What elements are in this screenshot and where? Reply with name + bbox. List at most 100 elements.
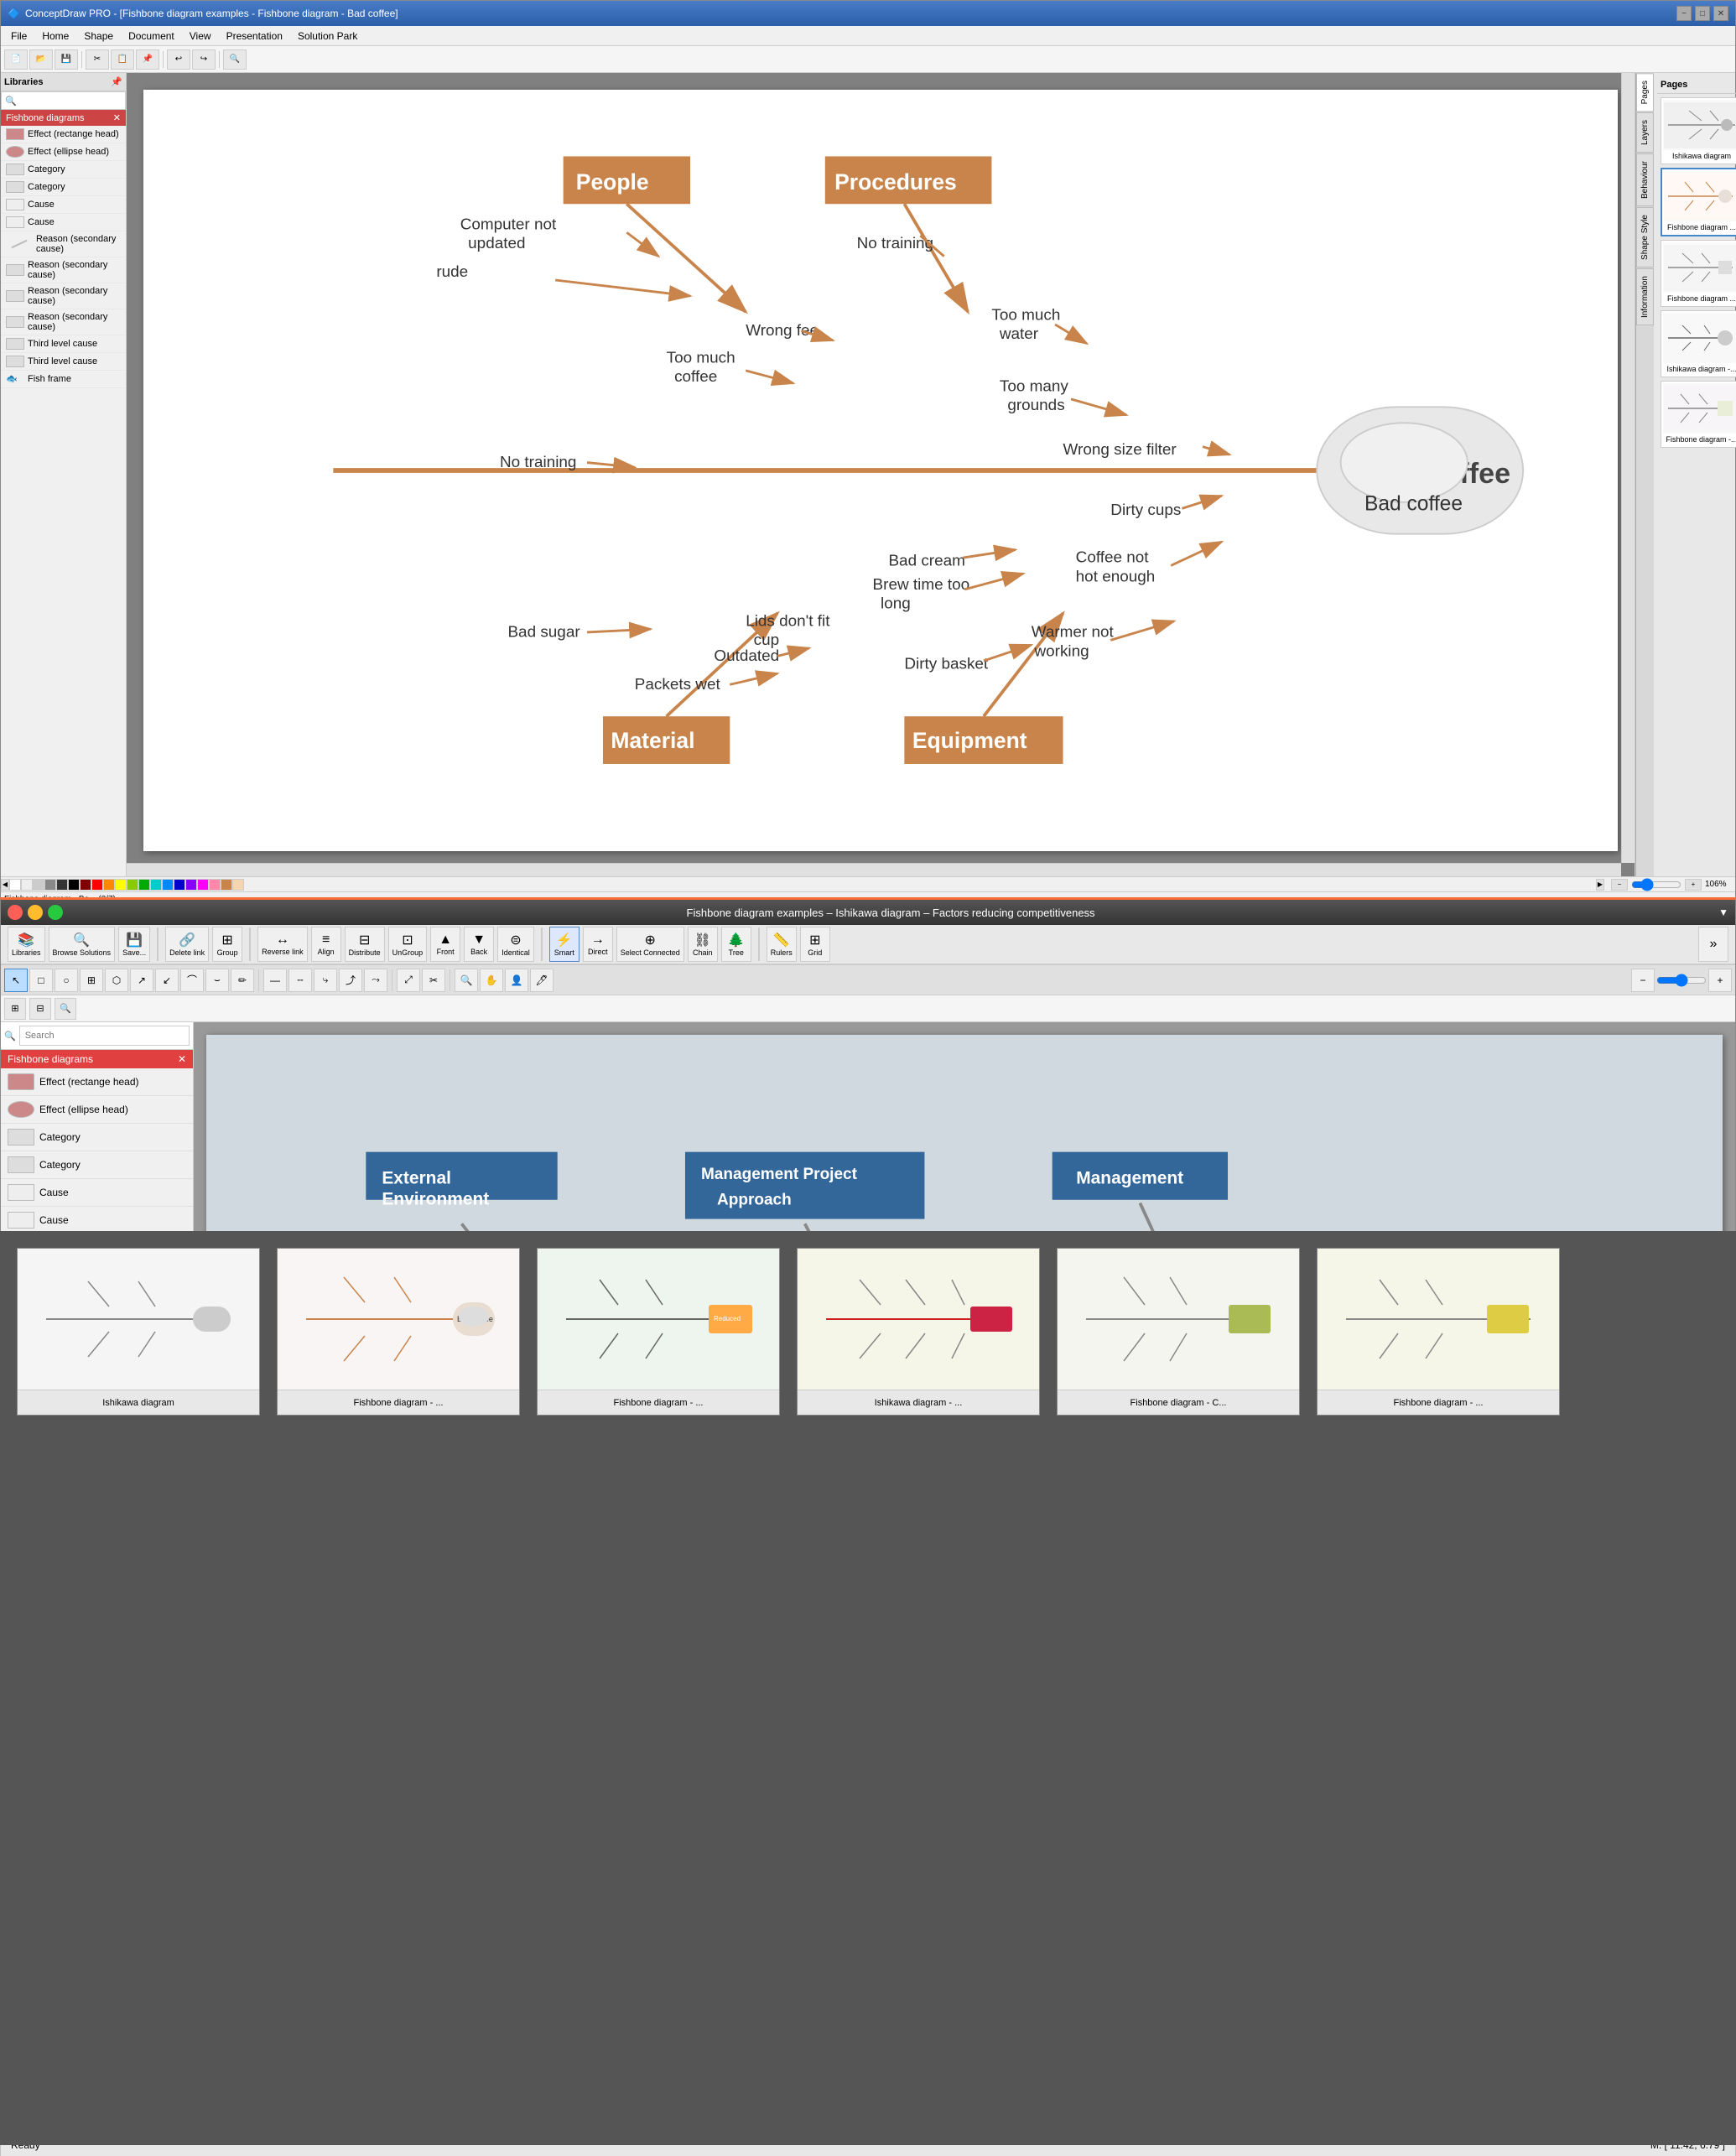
color-black[interactable] [68, 879, 80, 891]
color-charcoal[interactable] [56, 879, 68, 891]
tool-connector4[interactable]: ⤴ [339, 969, 362, 992]
lib-item-12[interactable]: 🐟 Fish frame [1, 371, 126, 388]
color-red[interactable] [91, 879, 103, 891]
tb-new[interactable]: 📄 [4, 49, 28, 70]
lib-item-3[interactable]: Category [1, 179, 126, 196]
bl-item-1[interactable]: Effect (ellipse head) [1, 1096, 193, 1124]
lib-item-10[interactable]: Third level cause [1, 335, 126, 353]
color-teal[interactable] [150, 879, 162, 891]
btn-select-connected[interactable]: ⊕ Select Connected [616, 927, 684, 962]
tb-zoom-in[interactable]: 🔍 [223, 49, 247, 70]
page-thumb-1[interactable]: Fishbone diagram ... [1661, 168, 1736, 236]
thumb-card-2[interactable]: Reduced Fishbone diagram - ... [537, 1248, 780, 1416]
btn-smart[interactable]: ⚡ Smart [549, 927, 580, 962]
btn-chain[interactable]: ⛓ Chain [688, 927, 718, 962]
thumb-card-5[interactable]: Fishbone diagram - ... [1317, 1248, 1560, 1416]
thumb-card-3[interactable]: Ishikawa diagram - ... [797, 1248, 1040, 1416]
color-maroon[interactable] [80, 879, 91, 891]
libraries-pin[interactable]: 📌 [111, 76, 122, 87]
btn-front[interactable]: ▲ Front [430, 927, 460, 962]
zoom-slider-tools[interactable] [1656, 974, 1707, 987]
bl-item-0[interactable]: Effect (rectange head) [1, 1068, 193, 1096]
tool-polygon[interactable]: ⬡ [105, 969, 128, 992]
tool-freehand[interactable]: ✏ [231, 969, 254, 992]
menu-document[interactable]: Document [122, 29, 181, 44]
tool-resize[interactable]: ⤢ [397, 969, 420, 992]
search-icon-btn[interactable]: 🔍 [55, 998, 76, 1020]
page-thumb-0[interactable]: Ishikawa diagram [1661, 97, 1736, 164]
menu-shape[interactable]: Shape [77, 29, 120, 44]
close-button[interactable]: ✕ [1713, 6, 1728, 21]
bl-item-4[interactable]: Cause [1, 1179, 193, 1207]
tb-open[interactable]: 📂 [29, 49, 53, 70]
color-tan[interactable] [232, 879, 244, 891]
tb-cut[interactable]: ✂ [86, 49, 109, 70]
tool-connector3[interactable]: ⤷ [314, 969, 337, 992]
page-thumb-3[interactable]: Ishikawa diagram -... [1661, 310, 1736, 377]
traffic-light-green[interactable] [48, 905, 63, 920]
maximize-button[interactable]: □ [1695, 6, 1710, 21]
btn-ungroup[interactable]: ⊡ UnGroup [388, 927, 428, 962]
btn-grid[interactable]: ⊞ Grid [800, 927, 830, 962]
color-green[interactable] [138, 879, 150, 891]
menu-view[interactable]: View [183, 29, 218, 44]
tb-redo[interactable]: ↪ [192, 49, 216, 70]
tool-arrow2[interactable]: ↙ [155, 969, 179, 992]
lib-item-2[interactable]: Category [1, 161, 126, 179]
btn-browse-solutions[interactable]: 🔍 Browse Solutions [49, 927, 116, 962]
color-purple[interactable] [185, 879, 197, 891]
btn-libraries[interactable]: 📚 Libraries [8, 927, 45, 962]
lib-item-7[interactable]: Reason (secondary cause) [1, 257, 126, 283]
tab-behaviour[interactable]: Behaviour [1636, 153, 1654, 206]
lib-item-4[interactable]: Cause [1, 196, 126, 214]
menu-solution-park[interactable]: Solution Park [291, 29, 364, 44]
btn-delete-link[interactable]: 🔗 Delete link [165, 927, 209, 962]
tool-zoom-in2[interactable]: + [1708, 969, 1732, 992]
tool-connector2[interactable]: ╌ [288, 969, 312, 992]
tb-copy[interactable]: 📋 [111, 49, 134, 70]
thumb-card-4[interactable]: Fishbone diagram - C... [1057, 1248, 1300, 1416]
page-thumb-2[interactable]: Fishbone diagram ... [1661, 240, 1736, 307]
btn-back[interactable]: ▼ Back [464, 927, 494, 962]
btn-rulers[interactable]: 📏 Rulers [767, 927, 797, 962]
color-gray[interactable] [33, 879, 44, 891]
btn-group[interactable]: ⊞ Group [212, 927, 242, 962]
tool-curve2[interactable]: ⌣ [205, 969, 229, 992]
section-close-icon[interactable]: ✕ [113, 112, 121, 123]
page-thumb-4[interactable]: Fishbone diagram -... [1661, 381, 1736, 448]
color-lightgray[interactable] [21, 879, 33, 891]
btn-distribute[interactable]: ⊟ Distribute [345, 927, 385, 962]
tool-ellipse[interactable]: ○ [55, 969, 78, 992]
menu-home[interactable]: Home [35, 29, 75, 44]
bl-section-header[interactable]: Fishbone diagrams ✕ [1, 1050, 193, 1068]
color-navy[interactable] [174, 879, 185, 891]
btn-save[interactable]: 💾 Save... [118, 927, 150, 962]
tool-rect[interactable]: □ [29, 969, 53, 992]
lib-item-8[interactable]: Reason (secondary cause) [1, 283, 126, 309]
bl-item-2[interactable]: Category [1, 1124, 193, 1151]
tb-undo[interactable]: ↩ [167, 49, 190, 70]
h-scrollbar-top[interactable] [127, 863, 1621, 876]
tool-person[interactable]: 👤 [505, 969, 528, 992]
lib-item-1[interactable]: Effect (ellipse head) [1, 143, 126, 161]
color-yellow-green[interactable] [127, 879, 138, 891]
traffic-light-red[interactable] [8, 905, 23, 920]
search-input[interactable] [19, 1026, 190, 1046]
tb-save[interactable]: 💾 [55, 49, 78, 70]
tab-pages[interactable]: Pages [1636, 73, 1654, 112]
color-blue[interactable] [162, 879, 174, 891]
thumb-card-1[interactable]: Bad coffee Fishbone diagram - ... [277, 1248, 520, 1416]
btn-tree[interactable]: 🌲 Tree [721, 927, 751, 962]
zoom-out-top[interactable]: − [1611, 879, 1628, 891]
menu-presentation[interactable]: Presentation [220, 29, 289, 44]
lib-item-9[interactable]: Reason (secondary cause) [1, 309, 126, 335]
lib-item-0[interactable]: Effect (rectange head) [1, 126, 126, 143]
color-pink[interactable] [209, 879, 221, 891]
lib-item-6[interactable]: Reason (secondary cause) [1, 231, 126, 257]
tool-crop[interactable]: ✂ [422, 969, 445, 992]
menu-file[interactable]: File [4, 29, 34, 44]
color-white[interactable] [9, 879, 21, 891]
traffic-light-yellow[interactable] [28, 905, 43, 920]
tool-table[interactable]: ⊞ [80, 969, 103, 992]
color-magenta[interactable] [197, 879, 209, 891]
